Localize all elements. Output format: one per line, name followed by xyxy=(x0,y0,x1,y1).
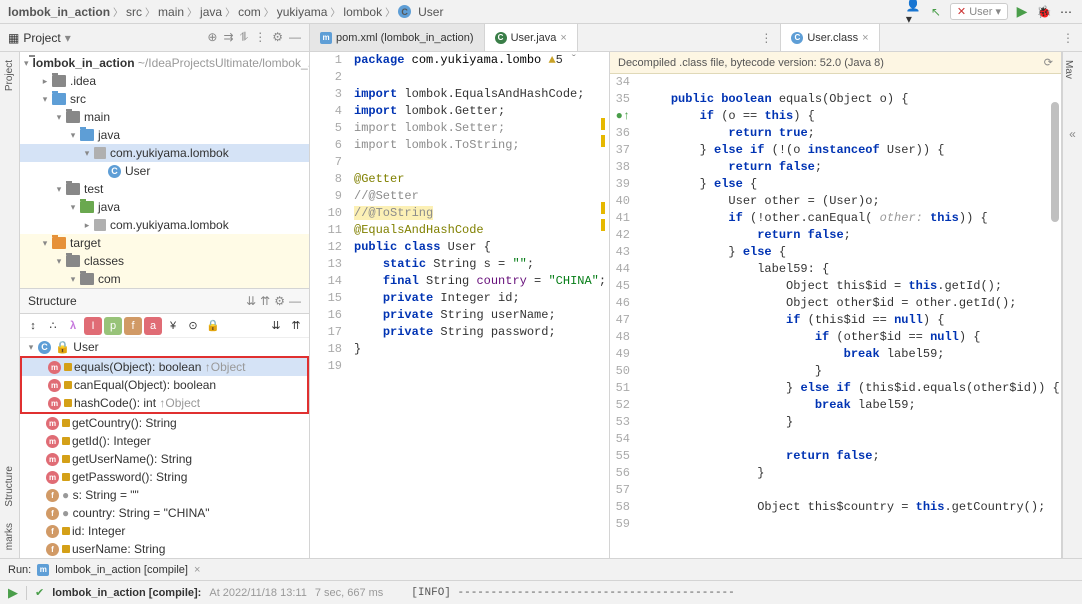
sort-alpha-icon[interactable]: ∴ xyxy=(44,317,62,335)
run-config-dropdown[interactable]: ✕ User ▾ xyxy=(950,3,1008,20)
breadcrumb-item[interactable]: lombok xyxy=(343,5,382,19)
editor-user-java[interactable]: 12345678910111213141516171819 package co… xyxy=(310,52,610,558)
close-icon[interactable]: × xyxy=(862,32,868,44)
class-icon: C xyxy=(38,341,51,354)
class-icon: C xyxy=(108,165,121,178)
left-gutter: Project Structure marks xyxy=(0,52,20,558)
breadcrumb-item[interactable]: com xyxy=(238,5,261,19)
code-body[interactable]: public boolean equals(Object o) { if (o … xyxy=(638,74,1061,558)
highlighted-methods: mequals(Object): boolean ↑Object mcanEqu… xyxy=(20,356,309,414)
breadcrumb-item[interactable]: src xyxy=(126,5,142,19)
maven-icon: m xyxy=(320,32,332,44)
status-bar: ▶ ✔ lombok_in_action [compile]: At 2022/… xyxy=(0,580,1082,604)
editor-user-class[interactable]: Decompiled .class file, bytecode version… xyxy=(610,52,1062,558)
success-icon: ✔ xyxy=(35,586,44,599)
show-options-icon[interactable]: ⋮ xyxy=(254,30,266,45)
project-view-icon: ▦ xyxy=(8,31,19,45)
right-gutter: Mav « xyxy=(1062,52,1082,558)
structure-tool-tab[interactable]: Structure xyxy=(4,458,15,515)
left-pane: ▾lombok_in_action ~/IdeaProjectsUltimate… xyxy=(20,52,310,558)
breadcrumb-root[interactable]: lombok_in_action xyxy=(8,5,110,19)
editor-tabs: m pom.xml (lombok_in_action) C User.java… xyxy=(310,24,1082,51)
tab-overflow-icon[interactable]: ⋮ xyxy=(752,24,780,51)
autoscroll-icon[interactable]: ⇊ xyxy=(267,317,285,335)
reload-icon[interactable]: ⟳ xyxy=(1044,56,1053,69)
close-icon[interactable]: × xyxy=(560,32,566,44)
decompiled-banner: Decompiled .class file, bytecode version… xyxy=(610,52,1061,74)
code-body[interactable]: package com.yukiyama.lombo ▲5 ˇ import l… xyxy=(350,52,609,558)
toolbar-icon[interactable]: ⊙ xyxy=(184,317,202,335)
line-gutter: 12345678910111213141516171819 xyxy=(310,52,350,558)
main-row: Project Structure marks ▾lombok_in_actio… xyxy=(0,52,1082,558)
select-opened-icon[interactable]: ⊕ xyxy=(207,30,217,45)
hide-icon[interactable]: — xyxy=(289,30,301,45)
collapse-icon[interactable]: ⇈ xyxy=(260,294,270,308)
show-fields-icon[interactable]: f xyxy=(124,317,142,335)
top-bar: lombok_in_action〉 src〉 main〉 java〉 com〉 … xyxy=(0,0,1082,24)
line-gutter: 3435 ●↑363738394041424344454647484950515… xyxy=(610,74,638,558)
bookmarks-tool-tab[interactable]: marks xyxy=(4,515,15,558)
breadcrumb-item[interactable]: yukiyama xyxy=(277,5,328,19)
class-file-icon: C xyxy=(791,32,803,44)
tab-overflow-icon[interactable]: ⋮ xyxy=(1054,24,1082,51)
toolbar-icon[interactable]: ¥ xyxy=(164,317,182,335)
collapse-all-icon[interactable]: ⥮ xyxy=(240,30,249,45)
more-actions-icon[interactable]: ⋯ xyxy=(1058,4,1074,20)
run-tab[interactable]: lombok_in_action [compile] xyxy=(55,564,188,576)
gear-icon[interactable]: ⚙ xyxy=(274,294,285,308)
tab-pom[interactable]: m pom.xml (lombok_in_action) xyxy=(310,24,485,51)
sort-icon[interactable]: ↕ xyxy=(24,317,42,335)
run-status-name: lombok_in_action [compile]: xyxy=(52,587,201,599)
structure-header: Structure ⇊ ⇈ ⚙ — xyxy=(20,288,309,314)
collapse-icon[interactable]: « xyxy=(1063,127,1082,141)
toolbar-icon[interactable]: 🔒 xyxy=(204,317,222,335)
class-icon: C xyxy=(398,5,411,18)
structure-toolbar: ↕ ∴ λ I p f a ¥ ⊙ 🔒 ⇊ ⇈ xyxy=(20,314,309,338)
user-icon[interactable]: 👤▾ xyxy=(906,4,922,20)
close-icon[interactable]: × xyxy=(194,564,200,576)
project-tool-header: ▦ Project ▾ ⊕ ⇉ ⥮ ⋮ ⚙ — xyxy=(0,24,310,51)
run-status-duration: 7 sec, 667 ms xyxy=(315,587,383,599)
project-tool-tab[interactable]: Project xyxy=(4,52,15,99)
tab-row: ▦ Project ▾ ⊕ ⇉ ⥮ ⋮ ⚙ — m pom.xml (lombo… xyxy=(0,24,1082,52)
scrollbar-thumb[interactable] xyxy=(1051,102,1059,222)
tab-user-class[interactable]: C User.class × xyxy=(780,24,879,51)
tree-selected-pkg[interactable]: ▾com.yukiyama.lombok xyxy=(20,144,309,162)
expand-icon[interactable]: ⇊ xyxy=(246,294,256,308)
expand-all-icon[interactable]: ⇉ xyxy=(223,30,233,45)
autoscroll-icon[interactable]: ⇈ xyxy=(287,317,305,335)
show-anon-icon[interactable]: a xyxy=(144,317,162,335)
project-view-label[interactable]: Project xyxy=(23,31,60,45)
run-status-time: At 2022/11/18 13:11 xyxy=(209,587,306,599)
project-tree[interactable]: ▾lombok_in_action ~/IdeaProjectsUltimate… xyxy=(20,52,309,288)
breadcrumb-item[interactable]: main xyxy=(158,5,184,19)
marker-bar xyxy=(601,52,609,558)
editor-split: 12345678910111213141516171819 package co… xyxy=(310,52,1062,558)
toolbar-actions: 👤▾ ↖ ✕ User ▾ ▶ 🐞 ⋯ xyxy=(906,3,1074,20)
show-properties-icon[interactable]: p xyxy=(104,317,122,335)
run-button[interactable]: ▶ xyxy=(1014,4,1030,20)
run-icon[interactable]: ▶ xyxy=(8,585,18,601)
build-hammer-icon[interactable]: ↖ xyxy=(928,4,944,20)
breadcrumb-class[interactable]: User xyxy=(418,5,443,19)
maven-icon: m xyxy=(37,564,49,576)
gear-icon[interactable]: ⚙ xyxy=(272,30,283,45)
debug-button[interactable]: 🐞 xyxy=(1036,4,1052,20)
maven-tool-tab[interactable]: Mav xyxy=(1063,52,1074,87)
tab-user-java[interactable]: C User.java × xyxy=(485,24,578,51)
show-lambda-icon[interactable]: λ xyxy=(64,317,82,335)
hide-icon[interactable]: — xyxy=(289,294,301,308)
breadcrumb-item[interactable]: java xyxy=(200,5,222,19)
log-output: [INFO] ---------------------------------… xyxy=(411,587,734,599)
run-tool-tab-bar: Run: m lombok_in_action [compile] × xyxy=(0,558,1082,580)
structure-tree[interactable]: ▾C🔒 User mequals(Object): boolean ↑Objec… xyxy=(20,338,309,558)
breadcrumb: lombok_in_action〉 src〉 main〉 java〉 com〉 … xyxy=(8,4,906,19)
show-inherited-icon[interactable]: I xyxy=(84,317,102,335)
class-icon: C xyxy=(495,32,507,44)
